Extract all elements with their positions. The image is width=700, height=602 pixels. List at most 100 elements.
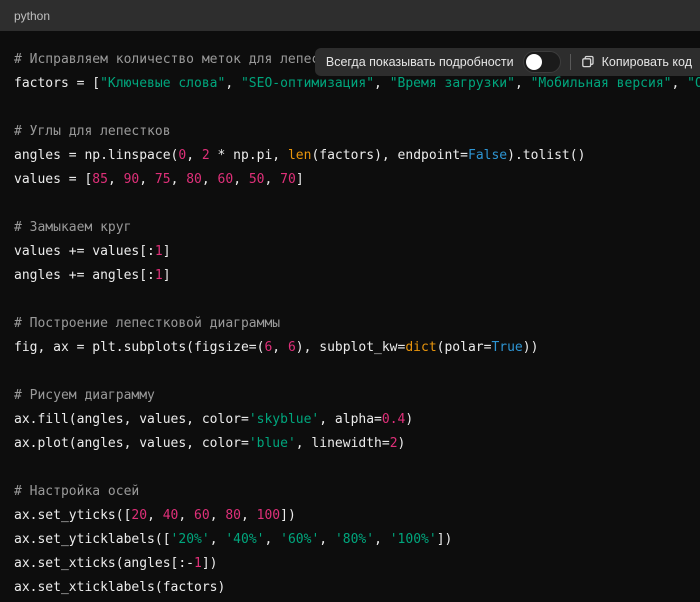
copy-icon xyxy=(580,54,596,70)
code-line xyxy=(14,96,686,120)
code-token: ) xyxy=(405,412,413,427)
code-line: # Настройка осей xyxy=(14,480,686,504)
code-token: False xyxy=(468,148,507,163)
code-token: ).tolist() xyxy=(507,148,585,163)
code-token: , alpha= xyxy=(319,412,382,427)
code-token: , xyxy=(264,532,280,547)
actions-divider xyxy=(570,54,571,70)
code-token: "Мобильная версия" xyxy=(531,76,672,91)
code-token: 75 xyxy=(155,172,171,187)
code-token: "Ключевые слова" xyxy=(100,76,225,91)
code-token: # Замыкаем круг xyxy=(14,220,131,235)
code-token: factors = [ xyxy=(14,76,100,91)
code-token: '60%' xyxy=(280,532,319,547)
code-line: values = [85, 90, 75, 80, 60, 50, 70] xyxy=(14,168,686,192)
code-token: 20 xyxy=(131,508,147,523)
code-token: values = [ xyxy=(14,172,92,187)
code-token: # Исправляем количество меток для лепест… xyxy=(14,52,351,67)
code-token: values += values[: xyxy=(14,244,155,259)
code-token: ] xyxy=(163,268,171,283)
code-line: ax.set_yticks([20, 40, 60, 80, 100]) xyxy=(14,504,686,528)
code-line: ax.plot(angles, values, color='blue', li… xyxy=(14,432,686,456)
code-token: , xyxy=(202,172,218,187)
code-token: angles += angles[: xyxy=(14,268,155,283)
code-token: ax.set_xticklabels(factors) xyxy=(14,580,225,595)
code-line: ax.fill(angles, values, color='skyblue',… xyxy=(14,408,686,432)
code-token: ]) xyxy=(280,508,296,523)
copy-code-label: Копировать код xyxy=(602,55,692,69)
code-token: , xyxy=(374,76,390,91)
code-line xyxy=(14,360,686,384)
code-token: ax.fill(angles, values, color= xyxy=(14,412,249,427)
code-token: 50 xyxy=(249,172,265,187)
code-token: , xyxy=(139,172,155,187)
code-token: ]) xyxy=(202,556,218,571)
code-line: angles = np.linspace(0, 2 * np.pi, len(f… xyxy=(14,144,686,168)
code-token: 85 xyxy=(92,172,108,187)
always-show-details-label: Всегда показывать подробности xyxy=(326,55,514,69)
code-token: # Построение лепестковой диаграммы xyxy=(14,316,280,331)
code-token: , xyxy=(265,172,281,187)
code-token: , xyxy=(210,532,226,547)
code-token: dict xyxy=(405,340,436,355)
code-token: , xyxy=(210,508,226,523)
code-token: , xyxy=(186,148,202,163)
code-token: , xyxy=(319,532,335,547)
code-token: 1 xyxy=(155,244,163,259)
code-token: 2 xyxy=(202,148,210,163)
code-token: # Углы для лепестков xyxy=(14,124,171,139)
code-token: len xyxy=(288,148,311,163)
code-token: 60 xyxy=(218,172,234,187)
code-token: '40%' xyxy=(225,532,264,547)
code-token: 90 xyxy=(124,172,140,187)
code-token: # Рисуем диаграмму xyxy=(14,388,155,403)
code-token: )) xyxy=(523,340,539,355)
code-token: 40 xyxy=(163,508,179,523)
code-token: ] xyxy=(163,244,171,259)
code-token: , xyxy=(171,172,187,187)
code-token: 0.4 xyxy=(382,412,405,427)
code-line xyxy=(14,192,686,216)
code-token: # Настройка осей xyxy=(14,484,139,499)
code-token: ax.plot(angles, values, color= xyxy=(14,436,249,451)
code-token: ax.set_yticks([ xyxy=(14,508,131,523)
code-token: 1 xyxy=(194,556,202,571)
code-token: (factors), endpoint= xyxy=(311,148,468,163)
code-line: values += values[:1] xyxy=(14,240,686,264)
toggle-knob-icon xyxy=(526,54,542,70)
code-token: , xyxy=(374,532,390,547)
code-line: # Углы для лепестков xyxy=(14,120,686,144)
code-actions-bar: Всегда показывать подробности Копировать… xyxy=(315,48,700,76)
code-token: 70 xyxy=(280,172,296,187)
code-token: , xyxy=(108,172,124,187)
code-token: ax.set_xticks(angles[:- xyxy=(14,556,194,571)
code-token: '20%' xyxy=(171,532,210,547)
code-token: ), subplot_kw= xyxy=(296,340,406,355)
code-line: fig, ax = plt.subplots(figsize=(6, 6), s… xyxy=(14,336,686,360)
code-token: , xyxy=(241,508,257,523)
copy-code-button[interactable]: Копировать код xyxy=(580,54,692,70)
code-token: , xyxy=(233,172,249,187)
code-line: ax.set_xticks(angles[:-1]) xyxy=(14,552,686,576)
code-token: angles = np.linspace( xyxy=(14,148,178,163)
code-token: 1 xyxy=(155,268,163,283)
code-token: , xyxy=(225,76,241,91)
code-token: '80%' xyxy=(335,532,374,547)
code-token: 'blue' xyxy=(249,436,296,451)
code-token: , linewidth= xyxy=(296,436,390,451)
code-token: 80 xyxy=(225,508,241,523)
code-token: , xyxy=(671,76,687,91)
code-token: '100%' xyxy=(390,532,437,547)
code-token: , xyxy=(147,508,163,523)
code-token: ] xyxy=(296,172,304,187)
code-token: 100 xyxy=(257,508,280,523)
code-token: (polar= xyxy=(437,340,492,355)
code-line: # Рисуем диаграмму xyxy=(14,384,686,408)
code-line: angles += angles[:1] xyxy=(14,264,686,288)
code-line: # Построение лепестковой диаграммы xyxy=(14,312,686,336)
code-line: # Замыкаем круг xyxy=(14,216,686,240)
code-block-window: python # Исправляем количество меток для… xyxy=(0,0,700,602)
code-token: ]) xyxy=(437,532,453,547)
always-show-details-toggle[interactable] xyxy=(523,51,561,73)
code-line xyxy=(14,288,686,312)
